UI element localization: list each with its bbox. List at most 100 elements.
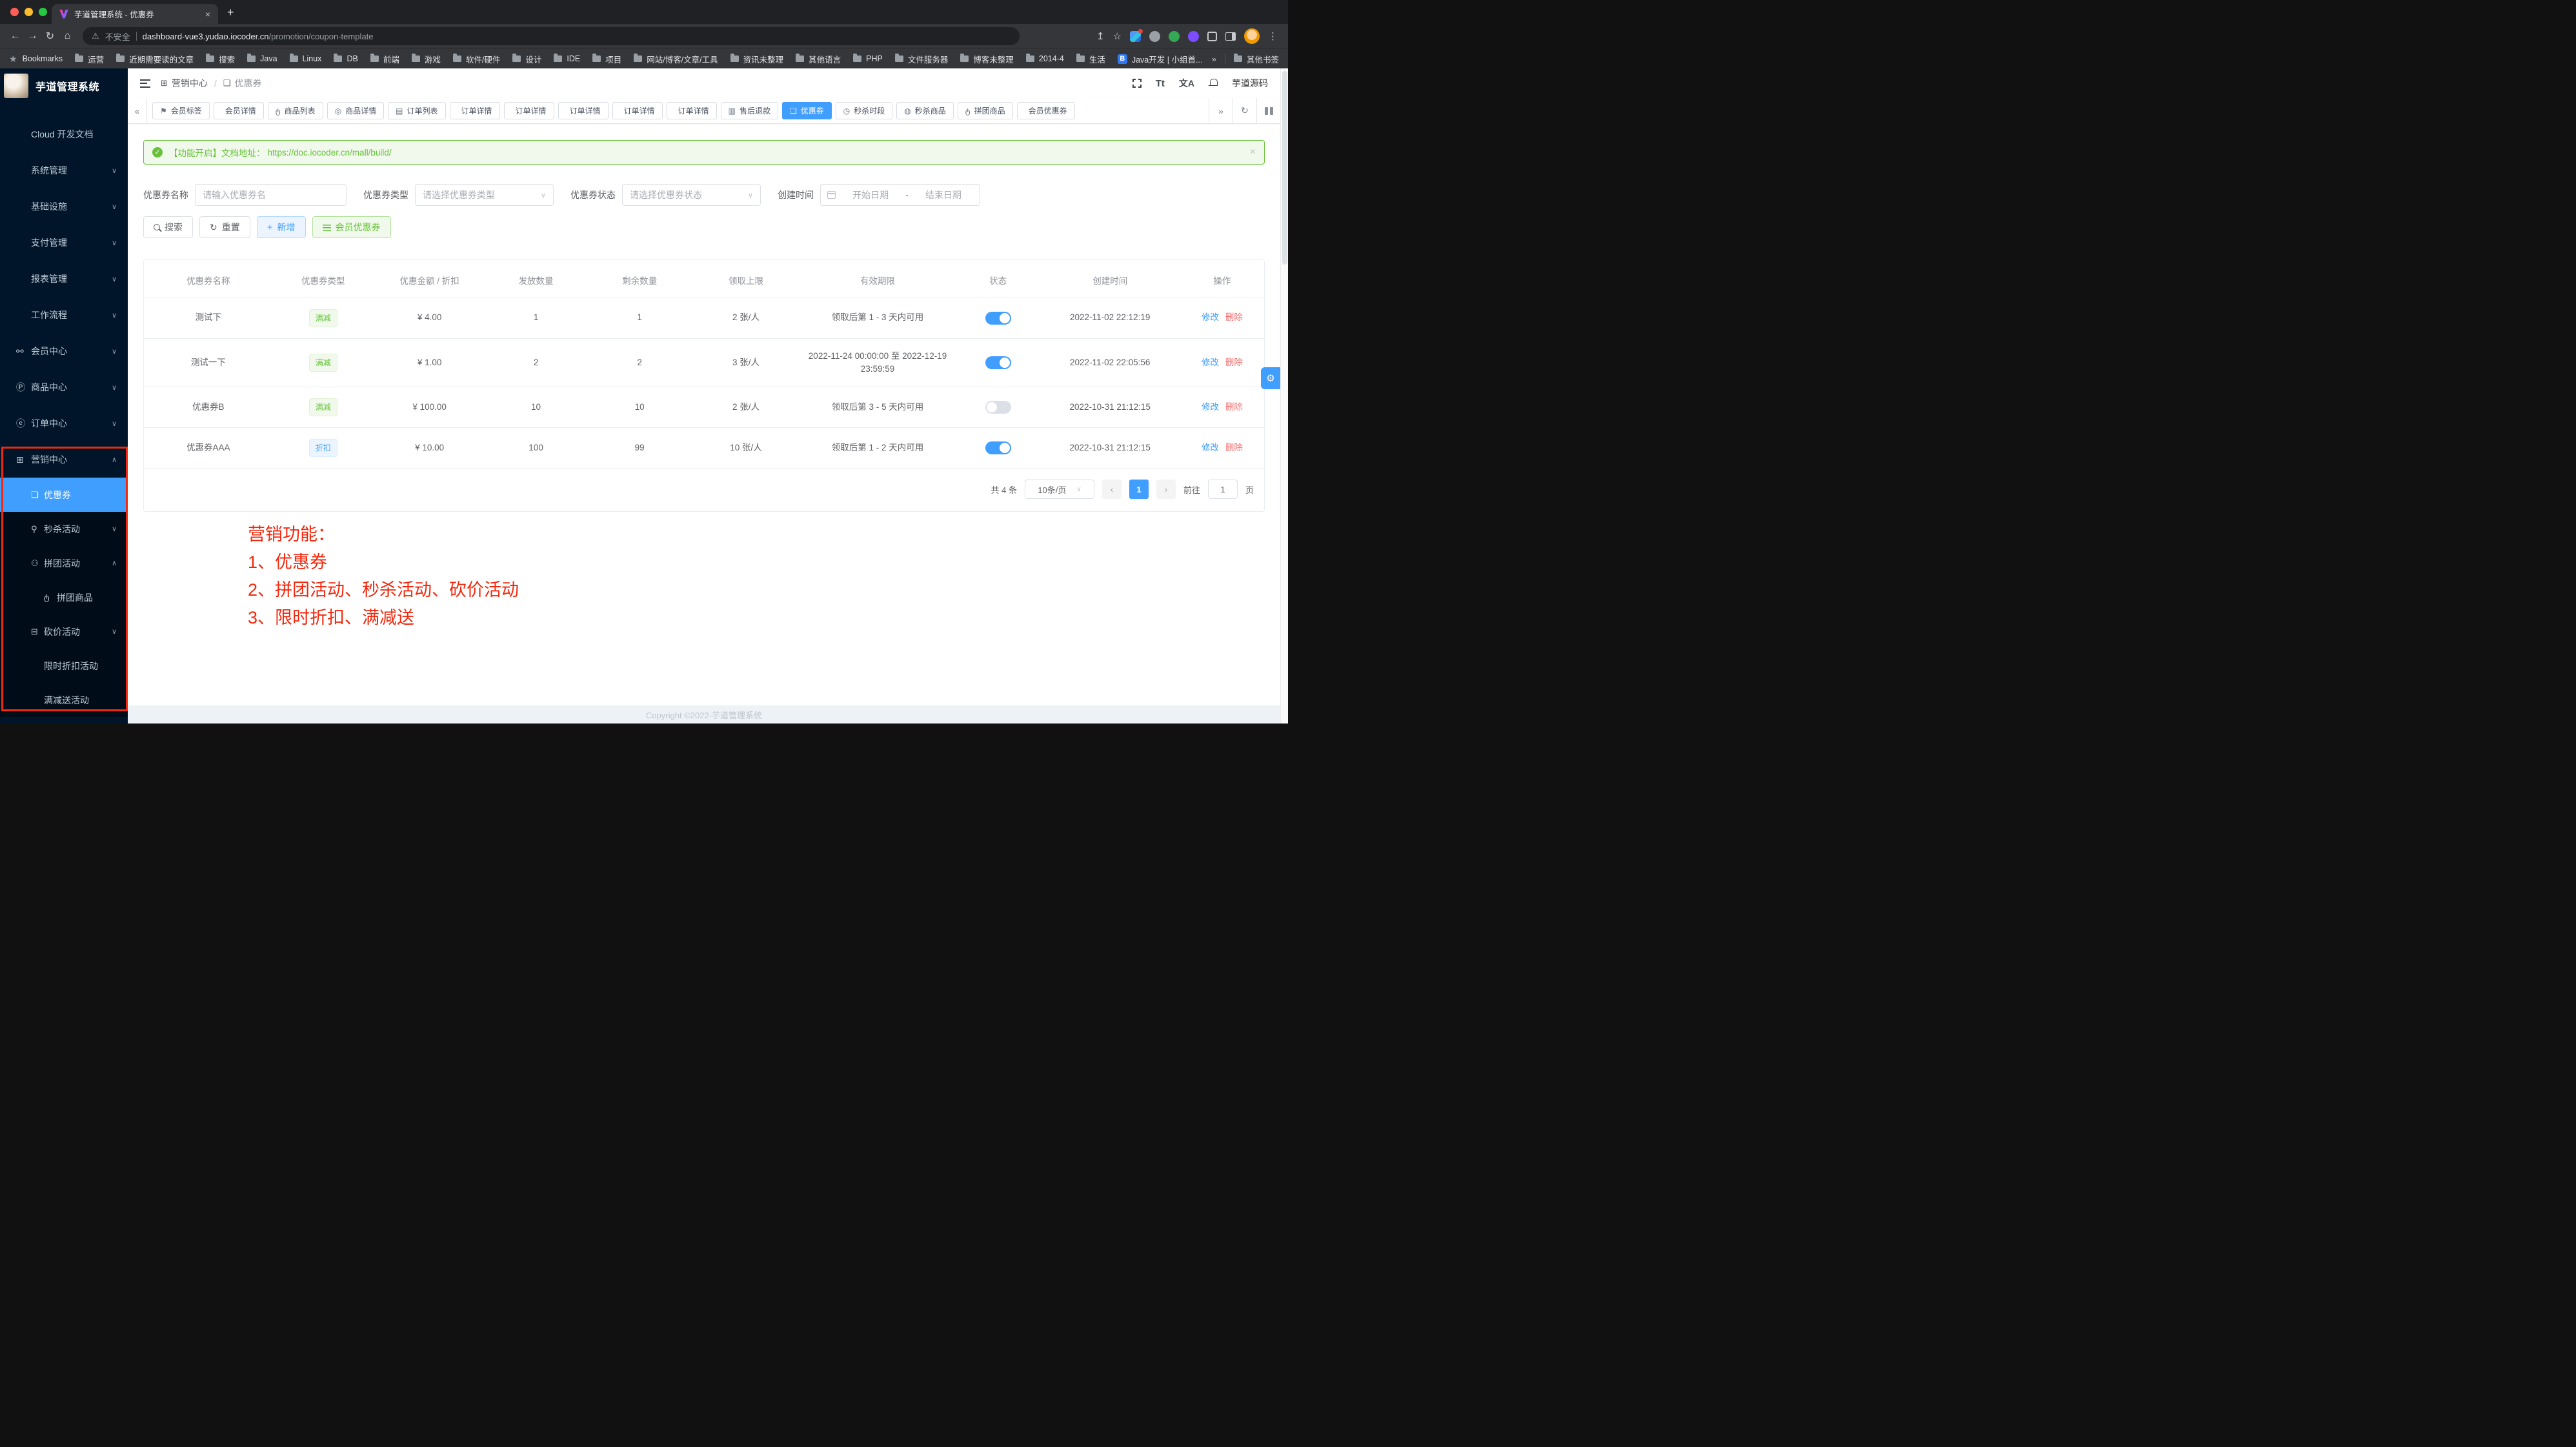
home-button[interactable]: ⌂ [59, 30, 76, 42]
date-range-picker[interactable]: 开始日期 - 结束日期 [820, 184, 980, 206]
bookmark-item[interactable]: 前端 [370, 53, 399, 65]
bookmark-item[interactable]: 资讯未整理 [730, 53, 784, 65]
delete-link[interactable]: 删除 [1225, 358, 1243, 367]
delete-link[interactable]: 删除 [1225, 312, 1243, 322]
tag-view-tab[interactable]: 订单详情 [504, 102, 554, 119]
page-scrollbar[interactable] [1280, 68, 1288, 724]
bookmark-item[interactable]: Linux [290, 54, 322, 63]
collapse-menu-icon[interactable] [140, 79, 150, 88]
notice-link[interactable]: https://doc.iocoder.cn/mall/build/ [268, 148, 392, 157]
status-toggle[interactable] [985, 441, 1011, 454]
delete-link[interactable]: 删除 [1225, 402, 1243, 412]
tag-view-tab[interactable]: ❏ 优惠券 [782, 102, 832, 119]
sidebar-menu-item[interactable]: 限时折扣活动 [0, 649, 128, 683]
coupon-type-select[interactable]: 请选择优惠券类型 ∨ [415, 184, 554, 206]
delete-link[interactable]: 删除 [1225, 443, 1243, 452]
member-coupon-button[interactable]: 会员优惠券 [312, 216, 391, 238]
tag-view-tab[interactable]: 订单详情 [450, 102, 500, 119]
back-button[interactable]: ← [6, 30, 24, 42]
tags-refresh-icon[interactable]: ↻ [1233, 98, 1256, 123]
fullscreen-icon[interactable] [1132, 79, 1142, 88]
bookmarks-overflow-icon[interactable]: » [1212, 54, 1216, 64]
current-page[interactable]: 1 [1129, 480, 1149, 499]
edit-link[interactable]: 修改 [1202, 312, 1219, 322]
tag-view-tab[interactable]: ▥ 售后退款 [721, 102, 778, 119]
extension-icon[interactable] [1169, 31, 1180, 42]
bookmark-item[interactable]: 搜索 [206, 53, 235, 65]
sidebar-menu-item[interactable]: 支付管理 ∨ [0, 225, 128, 261]
sidebar-menu-item[interactable]: ⚯ 会员中心 ∨ [0, 333, 128, 369]
sidebar-menu-item[interactable]: 基础设施 ∨ [0, 188, 128, 225]
goto-page-input[interactable] [1208, 480, 1238, 499]
sidebar-menu-item[interactable]: ⊟ 砍价活动 ∨ [0, 614, 128, 649]
bookmark-item[interactable]: BJava开发 | 小组首... [1118, 53, 1203, 65]
sidebar-menu-item[interactable]: Ⓟ 商品中心 ∨ [0, 369, 128, 405]
minimize-window-button[interactable] [25, 8, 33, 16]
bookmark-item[interactable]: 其他语言 [796, 53, 841, 65]
new-tab-button[interactable]: + [227, 6, 234, 19]
app-logo[interactable]: 芋道管理系统 [0, 68, 128, 103]
extension-icon[interactable] [1188, 31, 1199, 42]
search-button[interactable]: 搜索 [143, 216, 193, 238]
tag-view-tab[interactable]: ◷ 秒杀时段 [836, 102, 893, 119]
sidebar-menu-item[interactable]: Cloud 开发文档 [0, 116, 128, 152]
sidebar-menu-item[interactable]: ⓔ 订单中心 ∨ [0, 405, 128, 441]
bookmark-star-icon[interactable]: ☆ [1113, 30, 1122, 42]
notice-close-icon[interactable]: × [1250, 147, 1256, 158]
tag-view-tab[interactable]: 会员详情 [214, 102, 264, 119]
bookmark-item[interactable]: DB [334, 54, 357, 63]
prev-page-button[interactable]: ‹ [1102, 480, 1122, 499]
bookmark-item[interactable]: 软件/硬件 [453, 53, 500, 65]
notification-bell-icon[interactable] [1209, 79, 1218, 88]
sidebar-menu-item[interactable]: ⚇ 拼团活动 ∧ [0, 546, 128, 580]
scrollbar-thumb[interactable] [1282, 71, 1287, 265]
sidebar-menu-item[interactable]: ⊞ 营销中心 ∧ [0, 441, 128, 478]
address-bar[interactable]: ⚠ 不安全 dashboard-vue3.yudao.iocoder.cn/pr… [83, 27, 1020, 45]
coupon-name-input[interactable] [195, 184, 347, 206]
bookmark-item[interactable]: Java [247, 54, 277, 63]
status-toggle[interactable] [985, 356, 1011, 369]
sidebar-menu-item[interactable]: ⚲ 秒杀活动 ∨ [0, 512, 128, 546]
edit-link[interactable]: 修改 [1202, 358, 1219, 367]
tag-view-tab[interactable]: ტ 拼团商品 [958, 102, 1013, 119]
bookmark-item[interactable]: 博客未整理 [960, 53, 1014, 65]
tab-close-icon[interactable]: × [205, 9, 210, 19]
reload-button[interactable]: ↻ [41, 30, 59, 43]
extension-icon[interactable] [1130, 31, 1141, 42]
coupon-status-select[interactable]: 请选择优惠券状态 ∨ [622, 184, 761, 206]
status-toggle[interactable] [985, 401, 1011, 414]
theme-settings-button[interactable]: ⚙ [1261, 367, 1280, 389]
tag-view-tab[interactable]: ◍ 秒杀商品 [896, 102, 954, 119]
sidebar-menu-item[interactable]: ტ 拼团商品 [0, 580, 128, 614]
profile-avatar[interactable] [1244, 28, 1260, 44]
extension-icon[interactable] [1149, 31, 1160, 42]
tag-view-tab[interactable]: 会员优惠券 [1017, 102, 1075, 119]
bookmark-item[interactable]: 近期需要读的文章 [116, 53, 194, 65]
reset-button[interactable]: ↻重置 [199, 216, 250, 238]
bookmark-item[interactable]: 网站/博客/文章/工具 [634, 53, 718, 65]
font-size-icon[interactable]: Tt [1156, 78, 1165, 89]
zoom-window-button[interactable] [39, 8, 47, 16]
close-window-button[interactable] [10, 8, 19, 16]
layout-columns-icon[interactable] [1256, 98, 1280, 123]
add-button[interactable]: +新增 [257, 216, 306, 238]
page-size-select[interactable]: 10条/页 ∨ [1025, 480, 1094, 499]
bookmark-item[interactable]: 运营 [75, 53, 104, 65]
next-page-button[interactable]: › [1156, 480, 1176, 499]
tag-view-tab[interactable]: 订单详情 [667, 102, 717, 119]
extensions-puzzle-icon[interactable] [1207, 32, 1217, 41]
forward-button[interactable]: → [24, 30, 41, 42]
bookmark-item[interactable]: 游戏 [412, 53, 441, 65]
browser-tab[interactable]: 芋道管理系统 - 优惠券 × [52, 4, 218, 24]
tag-view-tab[interactable]: 订单详情 [558, 102, 609, 119]
bookmarks-label[interactable]: Bookmarks [23, 54, 63, 63]
side-panel-icon[interactable] [1225, 32, 1236, 41]
language-icon[interactable]: 文A [1179, 77, 1194, 90]
bookmark-item[interactable]: 文件服务器 [895, 53, 949, 65]
browser-menu-icon[interactable]: ⋮ [1268, 30, 1278, 42]
sidebar-menu-item[interactable]: 系统管理 ∨ [0, 152, 128, 188]
bookmark-item[interactable]: 设计 [512, 53, 541, 65]
tag-view-tab[interactable]: ⚑ 会员标签 [152, 102, 210, 119]
bookmark-item[interactable]: 2014-4 [1026, 54, 1064, 63]
edit-link[interactable]: 修改 [1202, 443, 1219, 452]
